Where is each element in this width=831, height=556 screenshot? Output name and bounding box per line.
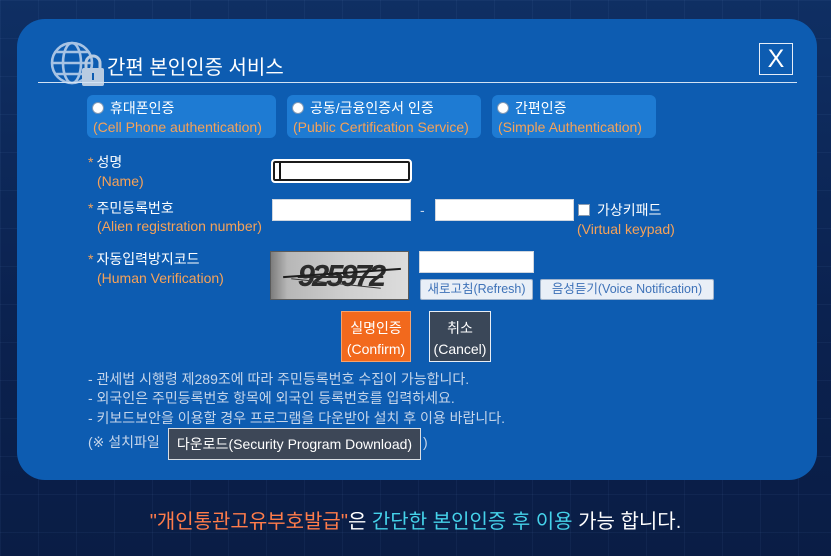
name-label-text: 성명: [96, 153, 123, 170]
footer-text: 은: [347, 511, 372, 533]
virtual-keypad-checkbox[interactable]: [578, 204, 590, 216]
notice-line: - 외국인은 주민등록번호 항목에 외국인 등록번호를 입력하세요.: [88, 389, 455, 406]
captcha-field-label: * 자동입력방지코드: [88, 251, 200, 268]
option-label-cell-phone: 휴대폰인증: [110, 99, 175, 116]
auth-option-simple[interactable]: 간편인증 (Simple Authentication): [492, 95, 656, 138]
footer-highlight: "개인통관고유부호발급": [149, 511, 348, 533]
radio-certificate[interactable]: [292, 102, 304, 114]
cancel-button-label: 취소: [447, 319, 473, 336]
registration-number-front-input[interactable]: [272, 199, 411, 221]
captcha-image: 925972: [270, 251, 409, 300]
cancel-button-sublabel: (Cancel): [433, 340, 487, 357]
captcha-label-text: 자동입력방지코드: [96, 250, 200, 267]
registration-number-back-input[interactable]: [435, 199, 574, 221]
auth-option-cell-phone[interactable]: 휴대폰인증 (Cell Phone authentication): [87, 95, 276, 138]
radio-simple[interactable]: [497, 102, 509, 114]
auth-option-certificate[interactable]: 공동/금융인증서 인증 (Public Certification Servic…: [287, 95, 481, 138]
name-input[interactable]: [271, 159, 412, 183]
captcha-refresh-button[interactable]: 새로고침(Refresh): [420, 279, 533, 300]
footer-emphasis: 간단한 본인인증 후 이용: [371, 511, 573, 533]
confirm-button[interactable]: 실명인증 (Confirm): [341, 311, 411, 362]
captcha-field-sublabel: (Human Verification): [97, 269, 224, 286]
footer-message: "개인통관고유부호발급"은 간단한 본인인증 후 이용 가능 합니다.: [0, 510, 831, 534]
confirm-button-label: 실명인증: [350, 319, 402, 336]
notice-line: - 키보드보안을 이용할 경우 프로그램을 다운받아 설치 후 이용 바랍니다.: [88, 409, 506, 426]
modal-title: 간편 본인인증 서비스: [107, 57, 284, 79]
confirm-button-sublabel: (Confirm): [346, 340, 406, 357]
radio-cell-phone[interactable]: [92, 102, 104, 114]
required-mark: *: [88, 250, 94, 267]
header-divider: [38, 82, 797, 83]
name-field-sublabel: (Name): [97, 172, 144, 189]
registration-field-sublabel: (Alien registration number): [97, 217, 262, 234]
name-field-label: * 성명: [88, 154, 122, 171]
registration-field-label: * 주민등록번호: [88, 200, 174, 217]
virtual-keypad-label[interactable]: 가상키패드: [597, 202, 661, 219]
option-sublabel-certificate: (Public Certification Service): [293, 118, 469, 135]
security-program-download-button[interactable]: 다운로드(Security Program Download): [168, 428, 421, 460]
footer-text-end: 가능 합니다.: [572, 511, 682, 533]
registration-label-text: 주민등록번호: [96, 199, 174, 216]
option-sublabel-cell-phone: (Cell Phone authentication): [93, 118, 262, 135]
option-label-certificate: 공동/금융인증서 인증: [310, 99, 434, 116]
globe-lock-icon: [48, 40, 106, 88]
text-caret: [279, 163, 281, 179]
virtual-keypad-sublabel: (Virtual keypad): [577, 220, 675, 237]
captcha-input[interactable]: [419, 251, 534, 273]
required-mark: *: [88, 153, 94, 170]
captcha-voice-button[interactable]: 음성듣기(Voice Notification): [540, 279, 714, 300]
download-suffix: ): [423, 433, 428, 450]
registration-separator: -: [420, 202, 425, 218]
notice-line: - 관세법 시행령 제289조에 따라 주민등록번호 수집이 가능합니다.: [88, 370, 470, 387]
required-mark: *: [88, 199, 94, 216]
auth-modal: 간편 본인인증 서비스 X 휴대폰인증 (Cell Phone authenti…: [17, 19, 817, 480]
download-prefix: (※ 설치파일: [88, 433, 160, 450]
close-button[interactable]: X: [759, 43, 793, 75]
cancel-button[interactable]: 취소 (Cancel): [429, 311, 491, 362]
option-sublabel-simple: (Simple Authentication): [498, 118, 642, 135]
option-label-simple: 간편인증: [515, 99, 567, 116]
